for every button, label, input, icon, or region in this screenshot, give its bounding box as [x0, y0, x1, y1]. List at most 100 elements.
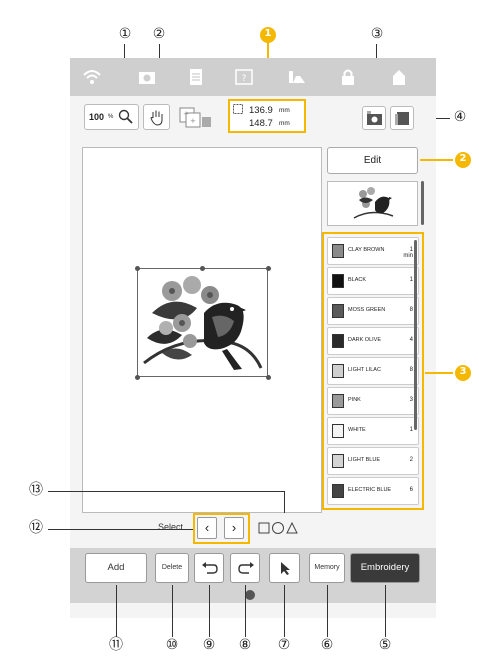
thread-name: DARK OLIVE [348, 337, 382, 343]
preview-scrollbar[interactable] [421, 181, 424, 225]
lock-icon[interactable] [339, 68, 357, 86]
zoom-value: 100 [89, 112, 105, 122]
thread-count: 1 min [403, 247, 413, 259]
callout-6-line [327, 585, 328, 637]
redo-button[interactable] [230, 553, 260, 583]
select-previous-button[interactable]: ‹ [197, 517, 217, 539]
thread-item[interactable]: MOSS GREEN 8 [327, 297, 419, 325]
thread-item[interactable]: WHITE 1 [327, 417, 419, 445]
thread-item[interactable]: LIGHT BLUE 2 [327, 447, 419, 475]
callout-11: ⑪ [108, 637, 124, 654]
svg-text:?: ? [242, 74, 247, 84]
preview-bird-icon [353, 187, 394, 219]
selection-handle-tl[interactable] [135, 266, 140, 271]
callout-2: ② [151, 26, 167, 43]
camera-capture-button[interactable] [362, 106, 386, 130]
size-readout-box: 136.9 mm 148.7 mm [228, 99, 306, 133]
thread-item[interactable]: BLACK 1 [327, 267, 419, 295]
thread-name: LIGHT BLUE [348, 457, 380, 463]
undo-button[interactable] [194, 553, 224, 583]
edit-button[interactable]: Edit [327, 147, 418, 174]
thread-swatch [332, 394, 344, 408]
add-button[interactable]: Add [85, 553, 147, 583]
zoom-unit: % [108, 114, 114, 120]
callout-5: ⑤ [377, 637, 393, 654]
size-icon [233, 104, 243, 114]
thread-item[interactable]: LIGHT LILAC 8 [327, 357, 419, 385]
size-width-unit: mm [279, 107, 290, 114]
callout-1: ① [117, 26, 133, 43]
thread-swatch [332, 304, 344, 318]
thread-name: WHITE [348, 427, 366, 433]
thread-count: 2 [409, 457, 413, 463]
thread-swatch [332, 454, 344, 468]
background-image-button[interactable] [390, 106, 414, 130]
callout-10-line [172, 585, 173, 637]
thread-name: MOSS GREEN [348, 307, 386, 313]
delete-button[interactable]: Delete [155, 553, 189, 583]
pan-hand-button[interactable] [143, 104, 170, 130]
cursor-arrow-icon [281, 562, 290, 575]
thread-swatch [332, 244, 344, 258]
magnifier-icon [118, 109, 133, 124]
sewing-icon[interactable] [288, 68, 306, 86]
thread-swatch [332, 334, 344, 348]
embroidery-pattern[interactable] [137, 268, 268, 377]
undo-icon [202, 562, 218, 574]
callout-3: ③ [369, 26, 385, 43]
thread-count: 1 [409, 427, 413, 433]
callout-13: ⑬ [28, 482, 44, 499]
wifi-icon[interactable] [83, 68, 101, 86]
thread-color-list[interactable]: CLAY BROWN 1 min BLACK 1 MOSS GREEN 8 DAR… [322, 232, 424, 510]
selection-handle-tr[interactable] [266, 266, 271, 271]
select-next-button[interactable]: › [224, 517, 244, 539]
callout-7-line [284, 585, 285, 637]
callout-yellow-1: 1 [260, 27, 276, 43]
camera-capture-icon [367, 111, 382, 125]
pattern-preview [327, 181, 418, 226]
help-icon[interactable]: ? [235, 68, 253, 86]
callout-yellow-3: 3 [455, 365, 471, 381]
thread-item[interactable]: DARK OLIVE 4 [327, 327, 419, 355]
thread-swatch [332, 484, 344, 498]
callout-yellow-3-line [425, 372, 453, 374]
thread-count: 8 [409, 307, 413, 313]
memory-button[interactable]: Memory [309, 553, 345, 583]
home-icon[interactable] [390, 68, 408, 86]
callout-4: ④ [452, 109, 468, 126]
select-cursor-button[interactable] [269, 553, 300, 583]
selection-handle-bl[interactable] [135, 375, 140, 380]
size-width: 136.9 [249, 105, 273, 116]
shape-select-button[interactable] [258, 520, 302, 536]
redo-icon [238, 562, 254, 574]
status-bar: ? [70, 58, 436, 96]
camera-icon[interactable] [138, 68, 156, 86]
hand-icon [150, 110, 163, 126]
home-indicator [245, 590, 255, 600]
frame-layout-icon: ++ [179, 107, 211, 128]
thread-name: PINK [348, 397, 361, 403]
callout-12: ⑫ [28, 520, 44, 537]
thread-count: 1 [409, 277, 413, 283]
size-height: 148.7 [249, 118, 273, 129]
selection-handle-br[interactable] [266, 375, 271, 380]
thread-swatch [332, 274, 344, 288]
thread-name: BLACK [348, 277, 367, 283]
thread-list-scrollbar[interactable] [414, 240, 417, 430]
thread-item[interactable]: CLAY BROWN 1 min [327, 237, 419, 265]
callout-8: ⑧ [237, 637, 253, 654]
callout-8-line [245, 585, 246, 637]
layout-frame-button[interactable]: + + [177, 104, 215, 130]
thread-count: 6 [409, 487, 413, 493]
selection-handle-top[interactable] [200, 266, 205, 271]
callout-6: ⑥ [319, 637, 335, 654]
embroidery-button[interactable]: Embroidery [350, 553, 420, 583]
callout-10: ⑩ [164, 637, 180, 654]
thread-count: 8 [409, 367, 413, 373]
zoom-button[interactable]: 100 % [84, 104, 139, 130]
thread-count: 4 [409, 337, 413, 343]
thread-item[interactable]: PINK 3 [327, 387, 419, 415]
document-icon[interactable] [187, 68, 205, 86]
thread-item[interactable]: ELECTRIC BLUE 6 [327, 477, 419, 505]
callout-13-drop [284, 491, 285, 513]
